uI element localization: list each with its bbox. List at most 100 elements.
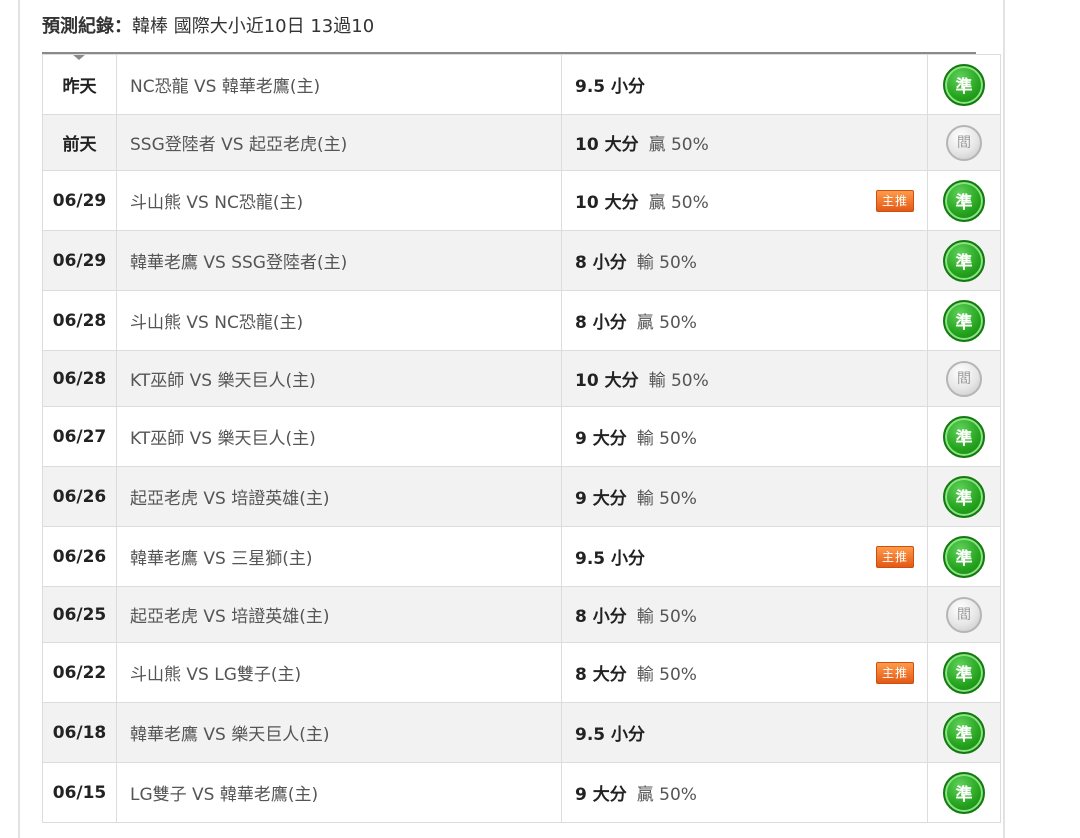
- row-match: 起亞老虎 VS 培證英雄(主): [116, 466, 562, 527]
- row-date: 06/22: [42, 642, 117, 703]
- row-odds: 輸 50%: [636, 429, 697, 449]
- row-pick: 9 大分: [575, 785, 627, 805]
- table-row: 06/28 KT巫師 VS 樂天巨人(主) 10 大分輸 50% 閻: [42, 350, 1001, 407]
- row-match: 起亞老虎 VS 培證英雄(主): [116, 586, 562, 643]
- row-date: 06/28: [42, 290, 117, 351]
- row-pick-cell: 8 大分輸 50% 主推: [561, 642, 928, 703]
- row-pick: 8 小分: [575, 253, 627, 273]
- result-hit-badge-icon: 準: [943, 299, 985, 342]
- result-draw-badge-icon: 閻: [946, 124, 982, 161]
- row-pick-cell: 10 大分贏 50% 主推: [561, 170, 928, 231]
- result-hit-badge-icon: 準: [943, 239, 985, 282]
- result-draw-badge-icon: 閻: [946, 596, 982, 633]
- row-result-cell: 準: [927, 702, 1001, 763]
- row-pick-cell: 9 大分輸 50%: [561, 466, 928, 527]
- row-pick: 9.5 小分: [575, 77, 646, 97]
- row-result-cell: 準: [927, 290, 1001, 351]
- table-row: 昨天 NC恐龍 VS 韓華老鷹(主) 9.5 小分 準: [42, 54, 1001, 115]
- row-pick: 9 大分: [575, 489, 627, 509]
- row-date: 前天: [42, 114, 117, 171]
- record-table-body: 昨天 NC恐龍 VS 韓華老鷹(主) 9.5 小分準前天 SSG登陸者 VS 起亞老虎…: [42, 54, 1001, 823]
- row-odds: 贏 50%: [636, 785, 697, 805]
- row-pick: 10 大分: [575, 135, 639, 155]
- result-hit-badge-icon: 準: [943, 63, 985, 106]
- table-row: 06/26 韓華老鷹 VS 三星獅(主) 9.5 小分 主推 準: [42, 526, 1001, 587]
- heading-label: 預測紀錄：: [42, 16, 132, 37]
- table-row: 06/28 斗山熊 VS NC恐龍(主) 8 小分贏 50% 準: [42, 290, 1001, 351]
- row-pick: 9.5 小分: [575, 725, 646, 745]
- row-result-cell: 準: [927, 526, 1001, 587]
- left-divider: [18, 0, 20, 838]
- recommend-tag: 主推: [875, 545, 914, 568]
- row-match: 韓華老鷹 VS SSG登陸者(主): [116, 230, 562, 291]
- row-odds: 輸 50%: [636, 253, 697, 273]
- result-hit-badge-icon: 準: [943, 535, 985, 578]
- row-pick-cell: 8 小分輸 50%: [561, 230, 928, 291]
- right-divider: [1003, 0, 1005, 838]
- row-odds: 贏 50%: [636, 313, 697, 333]
- row-date: 06/15: [42, 762, 117, 823]
- row-pick-cell: 9 大分贏 50%: [561, 762, 928, 823]
- result-hit-badge-icon: 準: [943, 651, 985, 694]
- row-odds: 輸 50%: [648, 371, 709, 391]
- row-pick-cell: 9.5 小分: [561, 702, 928, 763]
- row-match: KT巫師 VS 樂天巨人(主): [116, 406, 562, 467]
- row-pick-cell: 10 大分贏 50%: [561, 114, 928, 171]
- table-row: 06/15 LG雙子 VS 韓華老鷹(主) 9 大分贏 50% 準: [42, 762, 1001, 823]
- row-pick: 8 大分: [575, 665, 627, 685]
- prediction-record-table: 昨天 NC恐龍 VS 韓華老鷹(主) 9.5 小分準前天 SSG登陸者 VS 起亞老虎…: [42, 54, 1001, 823]
- row-result-cell: 閻: [927, 586, 1001, 643]
- row-date: 06/29: [42, 230, 117, 291]
- row-pick: 9.5 小分: [575, 549, 646, 569]
- row-match: KT巫師 VS 樂天巨人(主): [116, 350, 562, 407]
- section-heading: 預測紀錄：韓棒 國際大小近10日 13過10: [42, 12, 374, 42]
- row-result-cell: 閻: [927, 114, 1001, 171]
- row-pick-cell: 10 大分輸 50%: [561, 350, 928, 407]
- table-row: 06/26 起亞老虎 VS 培證英雄(主) 9 大分輸 50% 準: [42, 466, 1001, 527]
- row-pick-cell: 9.5 小分: [561, 54, 928, 115]
- row-result-cell: 準: [927, 762, 1001, 823]
- row-result-cell: 準: [927, 54, 1001, 115]
- row-odds: 輸 50%: [636, 665, 697, 685]
- row-pick: 8 小分: [575, 607, 627, 627]
- table-row: 前天 SSG登陸者 VS 起亞老虎(主) 10 大分贏 50% 閻: [42, 114, 1001, 171]
- prediction-record-page: 預測紀錄：韓棒 國際大小近10日 13過10 昨天 NC恐龍 VS 韓華老鷹(主)…: [0, 0, 1080, 838]
- row-date: 06/27: [42, 406, 117, 467]
- result-hit-badge-icon: 準: [943, 179, 985, 222]
- result-draw-badge-icon: 閻: [946, 360, 982, 397]
- result-hit-badge-icon: 準: [943, 415, 985, 458]
- row-result-cell: 準: [927, 230, 1001, 291]
- row-match: 斗山熊 VS NC恐龍(主): [116, 290, 562, 351]
- table-row: 06/27 KT巫師 VS 樂天巨人(主) 9 大分輸 50% 準: [42, 406, 1001, 467]
- result-hit-badge-icon: 準: [943, 711, 985, 754]
- table-row: 06/25 起亞老虎 VS 培證英雄(主) 8 小分輸 50% 閻: [42, 586, 1001, 643]
- row-match: 斗山熊 VS NC恐龍(主): [116, 170, 562, 231]
- row-date: 06/26: [42, 526, 117, 587]
- row-date: 06/29: [42, 170, 117, 231]
- recommend-tag: 主推: [875, 189, 914, 212]
- row-match: 韓華老鷹 VS 三星獅(主): [116, 526, 562, 587]
- row-match: 韓華老鷹 VS 樂天巨人(主): [116, 702, 562, 763]
- row-date: 昨天: [42, 54, 117, 115]
- recommend-tag: 主推: [875, 661, 914, 684]
- row-pick-cell: 8 小分輸 50%: [561, 586, 928, 643]
- result-hit-badge-icon: 準: [943, 771, 985, 814]
- row-odds: 贏 50%: [648, 193, 709, 213]
- row-match: LG雙子 VS 韓華老鷹(主): [116, 762, 562, 823]
- row-match: 斗山熊 VS LG雙子(主): [116, 642, 562, 703]
- table-row: 06/29 韓華老鷹 VS SSG登陸者(主) 8 小分輸 50% 準: [42, 230, 1001, 291]
- table-row: 06/29 斗山熊 VS NC恐龍(主) 10 大分贏 50% 主推 準: [42, 170, 1001, 231]
- row-match: NC恐龍 VS 韓華老鷹(主): [116, 54, 562, 115]
- row-pick-cell: 9.5 小分 主推: [561, 526, 928, 587]
- result-hit-badge-icon: 準: [943, 475, 985, 518]
- row-pick: 9 大分: [575, 429, 627, 449]
- row-date: 06/18: [42, 702, 117, 763]
- row-pick: 10 大分: [575, 371, 639, 391]
- row-result-cell: 閻: [927, 350, 1001, 407]
- row-date: 06/28: [42, 350, 117, 407]
- row-odds: 輸 50%: [636, 607, 697, 627]
- row-match: SSG登陸者 VS 起亞老虎(主): [116, 114, 562, 171]
- row-result-cell: 準: [927, 642, 1001, 703]
- row-odds: 贏 50%: [648, 135, 709, 155]
- row-result-cell: 準: [927, 406, 1001, 467]
